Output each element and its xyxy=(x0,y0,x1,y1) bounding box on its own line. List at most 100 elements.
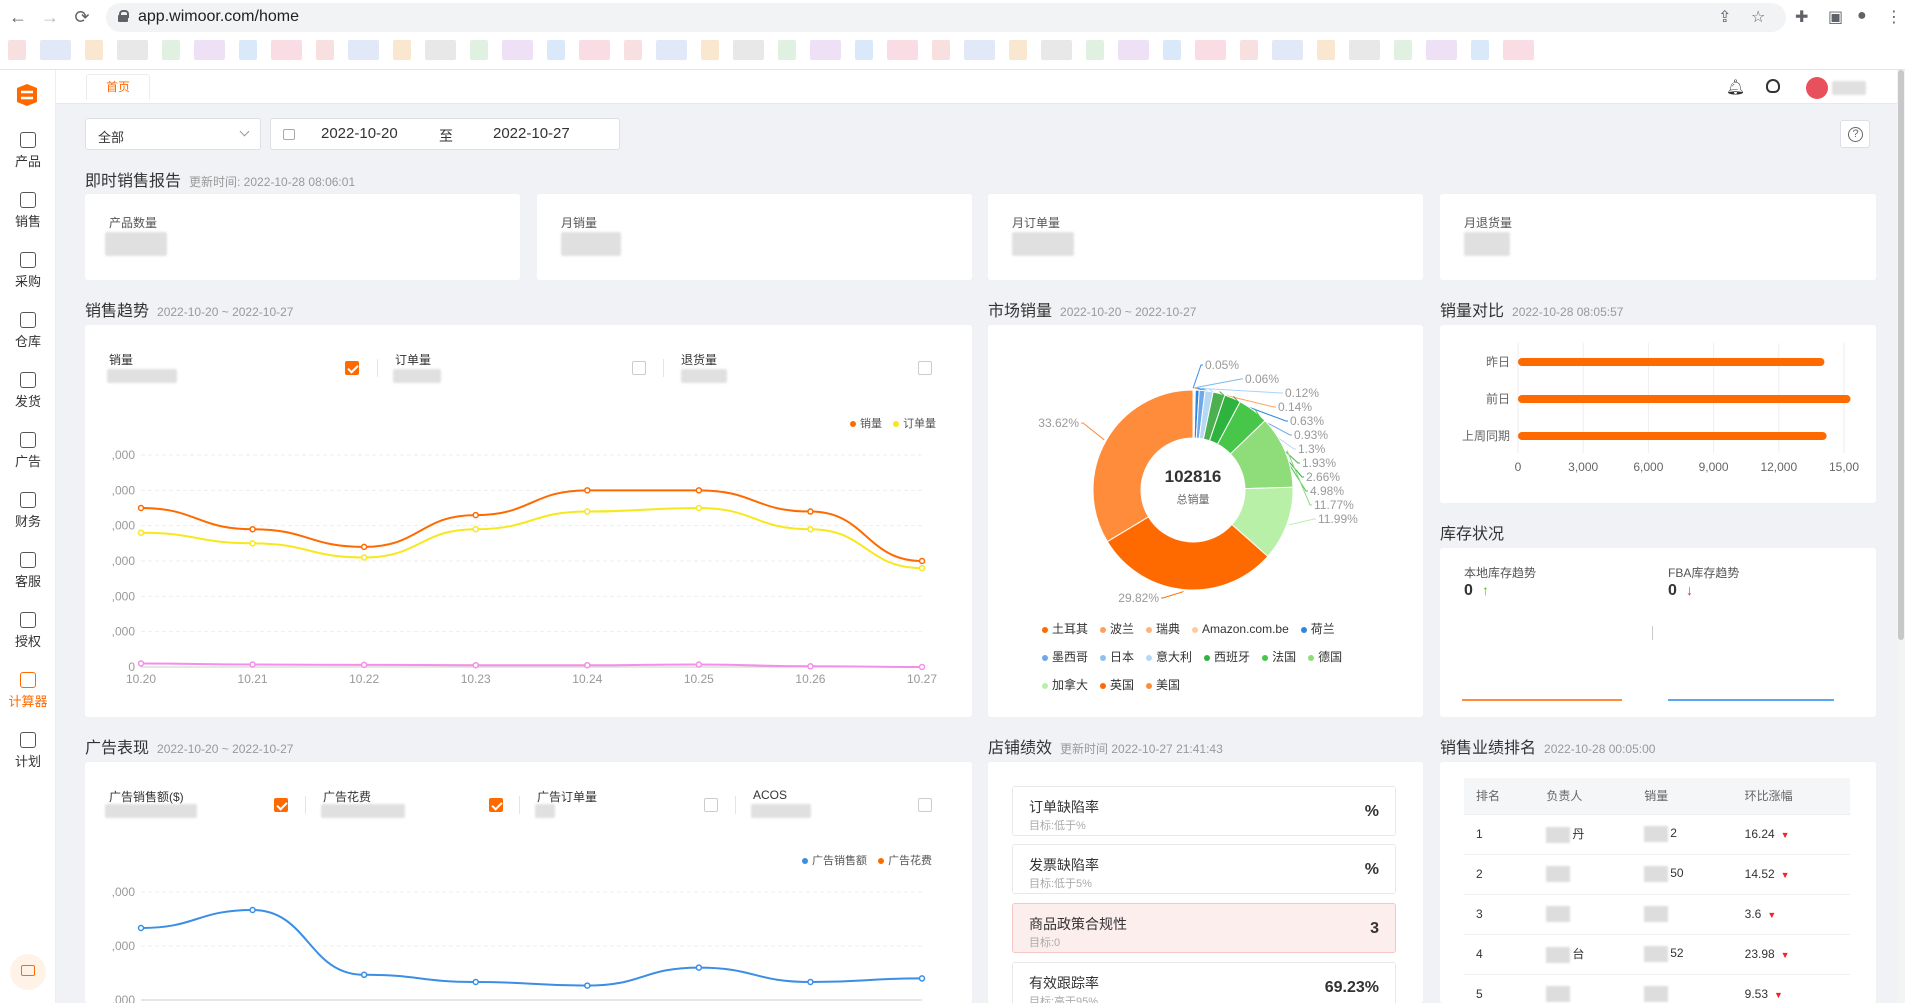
address-bar[interactable]: app.wimoor.com/home ⇪ ☆ xyxy=(106,3,1786,32)
bookmark-item[interactable] xyxy=(85,40,103,60)
data-point[interactable] xyxy=(249,661,256,668)
sidebar-item-8[interactable]: 授权 xyxy=(0,606,56,658)
screen-icon[interactable] xyxy=(10,954,46,990)
sidebar-item-1[interactable]: 销售 xyxy=(0,186,56,238)
data-point[interactable] xyxy=(249,540,256,547)
bookmark-item[interactable] xyxy=(887,40,918,60)
data-point[interactable] xyxy=(137,529,145,536)
tab-home[interactable]: 首页 xyxy=(86,74,150,100)
data-point[interactable] xyxy=(360,554,368,561)
bookmark-item[interactable] xyxy=(656,40,687,60)
table-row[interactable]: 4 台 52 23.98 ▼ xyxy=(1464,934,1850,975)
bookmark-item[interactable] xyxy=(701,40,719,60)
bookmark-item[interactable] xyxy=(194,40,225,60)
sidebar-item-10[interactable]: 计划 xyxy=(0,726,56,778)
data-point[interactable] xyxy=(807,508,814,515)
bookmark-item[interactable] xyxy=(1394,40,1412,60)
perf-row-policy-compliance[interactable]: 商品政策合规性 目标:0 3 xyxy=(1012,903,1396,953)
bookmark-item[interactable] xyxy=(470,40,488,60)
back-icon[interactable]: ← xyxy=(6,5,30,29)
legend-item[interactable]: 瑞典 xyxy=(1146,615,1180,643)
scrollbar-thumb[interactable] xyxy=(1898,70,1904,640)
data-point[interactable] xyxy=(695,661,703,668)
legend-item[interactable]: 加拿大 xyxy=(1042,671,1088,699)
bookmark-item[interactable] xyxy=(1471,40,1489,60)
compare-bar[interactable] xyxy=(1518,358,1825,366)
headset-icon[interactable] xyxy=(1766,79,1780,93)
share-icon[interactable]: ⇪ xyxy=(1718,7,1731,27)
legend-item[interactable]: 墨西哥 xyxy=(1042,643,1088,671)
data-point[interactable] xyxy=(584,487,591,494)
data-point[interactable] xyxy=(137,660,145,667)
bookmark-item[interactable] xyxy=(1349,40,1380,60)
legend-item[interactable]: 西班牙 xyxy=(1204,643,1250,671)
sidepanel-icon[interactable]: ▣ xyxy=(1828,7,1843,27)
data-point[interactable] xyxy=(249,906,256,914)
date-end[interactable]: 2022-10-27 xyxy=(493,125,570,142)
perf-row-valid-tracking[interactable]: 有效跟踪率 目标:高于95% 69.23% xyxy=(1012,962,1396,1003)
data-point[interactable] xyxy=(807,663,814,670)
data-point[interactable] xyxy=(360,971,368,979)
bookmark-item[interactable] xyxy=(502,40,533,60)
extensions-icon[interactable]: ✚ xyxy=(1795,7,1808,27)
legend-item[interactable]: 波兰 xyxy=(1100,615,1134,643)
data-point[interactable] xyxy=(584,661,591,669)
legend-item[interactable]: 日本 xyxy=(1100,643,1134,671)
compare-bar[interactable] xyxy=(1518,432,1827,440)
data-point[interactable] xyxy=(807,525,814,533)
bookmark-item[interactable] xyxy=(932,40,950,60)
table-row[interactable]: 5 9.53 ▼ xyxy=(1464,974,1850,1003)
data-point[interactable] xyxy=(472,661,479,669)
legend-item[interactable]: 意大利 xyxy=(1146,643,1192,671)
legend-item[interactable]: Amazon.com.be xyxy=(1192,615,1289,643)
legend-item[interactable]: 土耳其 xyxy=(1042,615,1088,643)
col-sales[interactable]: 销量 xyxy=(1632,778,1733,815)
bookmark-item[interactable] xyxy=(964,40,995,60)
data-point[interactable] xyxy=(695,487,703,494)
data-point[interactable] xyxy=(360,543,368,551)
bookmark-item[interactable] xyxy=(316,40,334,60)
data-point[interactable] xyxy=(472,978,479,986)
data-point[interactable] xyxy=(584,982,591,989)
date-range-picker[interactable]: 2022-10-20 至 2022-10-27 xyxy=(270,118,620,150)
sidebar-item-6[interactable]: 财务 xyxy=(0,486,56,538)
bookmark-item[interactable] xyxy=(547,40,565,60)
bookmark-item[interactable] xyxy=(40,40,71,60)
bookmark-item[interactable] xyxy=(855,40,873,60)
bookmark-item[interactable] xyxy=(1240,40,1258,60)
bookmark-item[interactable] xyxy=(778,40,796,60)
table-row[interactable]: 3 3.6 ▼ xyxy=(1464,894,1850,935)
page-scrollbar[interactable] xyxy=(1897,70,1905,1003)
menu-icon[interactable]: ⋮ xyxy=(1886,7,1902,27)
col-change[interactable]: 环比涨幅 xyxy=(1732,778,1850,815)
data-point[interactable] xyxy=(918,975,926,982)
legend-item[interactable]: 荷兰 xyxy=(1300,615,1335,643)
sidebar-item-4[interactable]: 发货 xyxy=(0,366,56,418)
bookmark-item[interactable] xyxy=(1009,40,1027,60)
legend-item[interactable]: 法国 xyxy=(1262,643,1296,671)
help-button[interactable]: ? xyxy=(1840,120,1870,148)
sidebar-item-9[interactable]: 计算器 xyxy=(0,666,56,718)
legend-item[interactable]: 德国 xyxy=(1308,643,1342,671)
bookmark-item[interactable] xyxy=(239,40,257,60)
table-row[interactable]: 1 丹 2 16.24 ▼ xyxy=(1464,814,1850,855)
bookmark-item[interactable] xyxy=(348,40,379,60)
forward-icon[interactable]: → xyxy=(38,5,62,29)
data-point[interactable] xyxy=(137,924,145,932)
data-point[interactable] xyxy=(695,504,703,512)
bookmark-item[interactable] xyxy=(425,40,456,60)
bookmark-item[interactable] xyxy=(117,40,148,60)
sidebar-item-5[interactable]: 广告 xyxy=(0,426,56,478)
data-point[interactable] xyxy=(360,661,368,669)
legend-item[interactable]: 英国 xyxy=(1100,671,1134,699)
table-row[interactable]: 2 50 14.52 ▼ xyxy=(1464,854,1850,895)
sidebar-item-2[interactable]: 采购 xyxy=(0,246,56,298)
pie-slice[interactable] xyxy=(1092,389,1194,543)
bookmark-item[interactable] xyxy=(1503,40,1534,60)
bookmark-item[interactable] xyxy=(1086,40,1104,60)
legend-item[interactable]: 美国 xyxy=(1146,671,1180,699)
compare-bar[interactable] xyxy=(1518,395,1851,403)
bookmark-item[interactable] xyxy=(162,40,180,60)
data-point[interactable] xyxy=(918,564,926,572)
data-point[interactable] xyxy=(918,557,926,565)
